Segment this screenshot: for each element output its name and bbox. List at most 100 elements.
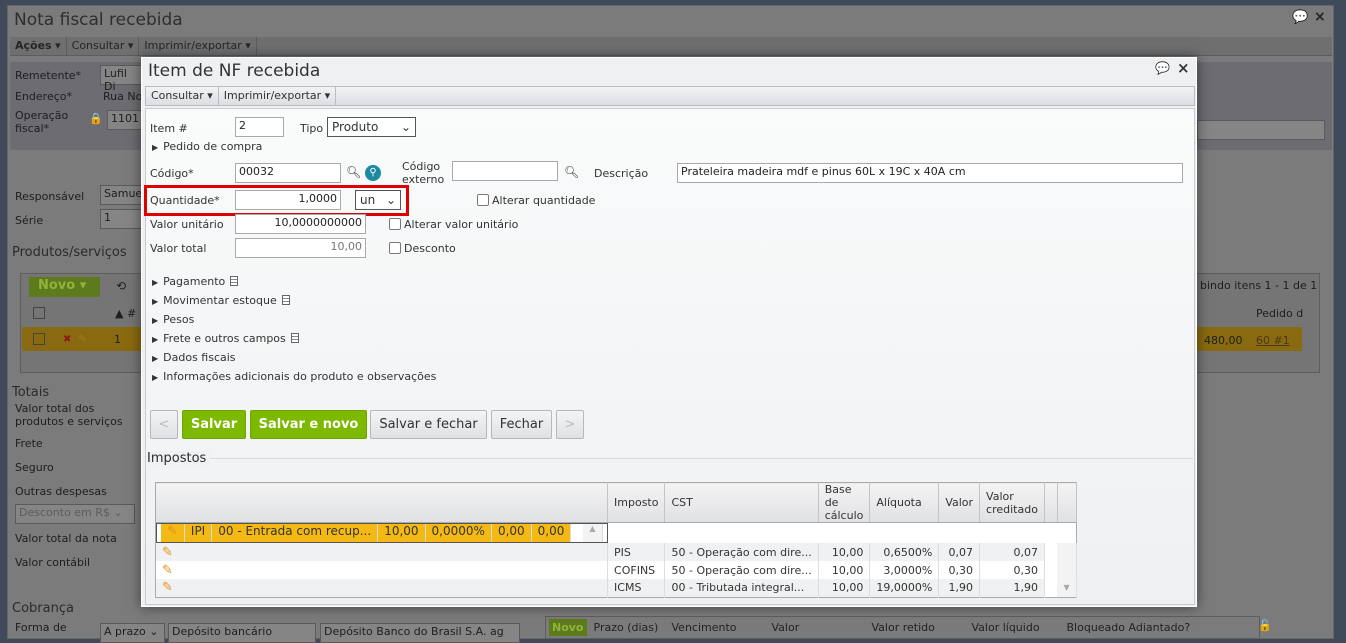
serie-input[interactable]: 1 (100, 209, 145, 229)
descricao-input[interactable]: Prateleira madeira mdf e pinus 60L x 19C… (677, 163, 1183, 183)
col-vencimento: Vencimento (671, 621, 737, 634)
quantidade-input[interactable]: 1,0000 (235, 190, 341, 210)
dialog-close-icon[interactable]: × (1177, 59, 1190, 77)
responsavel-input[interactable]: Samue (100, 185, 145, 205)
row-value: 480,00 (1204, 334, 1243, 347)
imposto-row[interactable]: ✎ PIS 50 - Operação com dire... 10,00 0,6500… (155, 543, 1077, 561)
col-pedido: Pedido d (1256, 307, 1304, 320)
col-valor[interactable]: Valor (938, 482, 981, 523)
tipo-label: Tipo (300, 122, 324, 135)
frete-label: Frete (15, 437, 43, 450)
endereco-label: Endereço* (15, 90, 72, 103)
responsavel-label: Responsável (15, 190, 85, 203)
dialog-chat-icon[interactable]: 💬 (1155, 61, 1170, 75)
menu-imprimir[interactable]: Imprimir/exportar ▾ (139, 37, 257, 55)
col-prazo: Prazo (dias) (593, 621, 659, 634)
codigo-input[interactable]: 00032 (235, 163, 341, 183)
cell-aliquota: 0,0000% (425, 524, 492, 542)
pedido-compra-expander[interactable]: ▶ Pedido de compra (152, 140, 262, 153)
alterar-quantidade-checkbox[interactable]: Alterar quantidade (477, 194, 595, 207)
col-valor: Valor (771, 621, 800, 634)
menu-acoes[interactable]: Ações ▾ (10, 37, 67, 55)
previous-button[interactable]: < (150, 410, 178, 439)
dialog-menu-consultar[interactable]: Consultar ▾ (146, 87, 219, 105)
next-button[interactable]: > (556, 410, 584, 439)
desconto-checkbox[interactable]: Desconto (389, 242, 456, 255)
imposto-row[interactable]: ✎ IPI 00 - Entrada com recup... 10,00 0,0000… (156, 523, 608, 543)
banco-select[interactable]: Depósito Banco do Brasil S.A. ag (320, 623, 520, 643)
refresh-icon[interactable]: ⟲ (116, 279, 126, 293)
col-cst[interactable]: CST (664, 482, 819, 523)
col-num: # (126, 307, 137, 320)
codigo-externo-label: Código externo (402, 160, 445, 186)
item-label: Item # (150, 122, 188, 135)
totais-title: Totais (12, 385, 50, 400)
edit-icon[interactable]: ✎ (155, 579, 609, 597)
menu-consultar[interactable]: Consultar ▾ (67, 37, 140, 55)
scrollbar[interactable]: ▼ (1057, 579, 1077, 597)
edit-icon[interactable]: ✎ (155, 561, 609, 579)
remetente-input[interactable]: Lufil Di (100, 65, 145, 93)
dialog-menu-imprimir[interactable]: Imprimir/exportar ▾ (219, 87, 337, 105)
delete-icon[interactable]: ✖ (63, 334, 71, 345)
unidade-select[interactable]: un ⌄ (355, 190, 401, 210)
cell-base: 10,00 (818, 579, 871, 597)
col-base-calculo[interactable]: Base de cálculo (818, 482, 871, 523)
row-checkbox[interactable] (33, 333, 45, 345)
salvar-e-novo-button[interactable]: Salvar e novo (250, 410, 367, 439)
salvar-button[interactable]: Salvar (182, 410, 246, 439)
row-num: 1 (114, 333, 121, 346)
pesos-expander[interactable]: ▶ Pesos (152, 313, 194, 326)
parent-menu: Ações ▾ Consultar ▾ Imprimir/exportar ▾ (10, 37, 1332, 56)
codigo-lookup-icon[interactable]: ⚲ (365, 165, 381, 181)
pagamento-expander[interactable]: ▶ Pagamento (152, 275, 239, 288)
doc-icon (230, 276, 239, 286)
edit-icon[interactable]: ✎ (155, 543, 609, 561)
codigo-externo-input[interactable] (452, 161, 558, 181)
edit-icon[interactable]: ✎ (161, 524, 185, 542)
col-aliquota[interactable]: Alíquota (869, 482, 940, 523)
alterar-valor-unitario-checkbox[interactable]: Alterar valor unitário (389, 218, 518, 231)
edit-icon[interactable]: ✎ (78, 332, 87, 345)
parent-title: Nota fiscal recebida (14, 10, 183, 30)
scrollbar[interactable] (1057, 561, 1077, 579)
codigo-search-icon[interactable]: 🔍︎ (346, 165, 361, 179)
operacao-label: Operação fiscal* (15, 109, 69, 135)
novo-cobranca-button[interactable]: Novo (549, 619, 587, 636)
unlock-icon[interactable]: 🔓 (1258, 619, 1272, 632)
imposto-row[interactable]: ✎ ICMS 00 - Tributada integral... 10,00 19,0… (155, 579, 1077, 597)
descricao-label: Descrição (594, 167, 649, 180)
doc-icon (290, 333, 299, 343)
desconto-select[interactable]: Desconto em R$ ⌄ (15, 504, 135, 524)
cobranca-title: Cobrança (12, 601, 74, 616)
cell-aliquota: 19,0000% (869, 579, 940, 597)
remetente-label: Remetente* (15, 69, 82, 82)
cobranca-grid-header: Novo Prazo (dias) Vencimento Valor Valor… (545, 616, 1260, 639)
prazo-select[interactable]: A prazo ⌄ (100, 623, 165, 643)
novo-produto-button[interactable]: Novo ▾ (29, 277, 100, 297)
scrollbar[interactable] (1057, 543, 1077, 561)
salvar-e-fechar-button[interactable]: Salvar e fechar (370, 410, 487, 439)
col-valor-creditado[interactable]: Valor creditado (979, 482, 1045, 523)
deposito-select[interactable]: Depósito bancário (168, 623, 316, 643)
valor-unitario-input[interactable]: 10,0000000000 (235, 214, 366, 234)
imposto-row[interactable]: ✎ COFINS 50 - Operação com dire... 10,00 3,0… (155, 561, 1077, 579)
scrollbar[interactable]: ▲ (583, 524, 603, 542)
frete-expander[interactable]: ▶ Frete e outros campos (152, 332, 299, 345)
codigo-externo-search-icon[interactable]: 🔍︎ (564, 165, 579, 179)
select-all-checkbox[interactable] (33, 307, 45, 319)
dados-fiscais-expander[interactable]: ▶ Dados fiscais (152, 351, 236, 364)
tipo-select[interactable]: Produto ⌄ (327, 117, 416, 137)
impostos-table: Imposto CST Base de cálculo Alíquota Val… (155, 482, 1077, 598)
row-pedido-link[interactable]: 60 #1 (1256, 334, 1290, 347)
seguro-label: Seguro (15, 461, 54, 474)
item-input[interactable]: 2 (235, 117, 284, 137)
col-imposto[interactable]: Imposto (607, 482, 666, 523)
movimentar-estoque-expander[interactable]: ▶ Movimentar estoque (152, 294, 290, 307)
informacoes-adicionais-expander[interactable]: ▶ Informações adicionais do produto e obs… (152, 370, 436, 383)
parent-chat-icon[interactable]: 💬 (1292, 10, 1308, 25)
parent-field-right[interactable] (1197, 120, 1325, 140)
fechar-button[interactable]: Fechar (491, 410, 552, 439)
parent-close-icon[interactable]: × (1314, 9, 1326, 25)
cell-imposto: PIS (607, 543, 666, 561)
